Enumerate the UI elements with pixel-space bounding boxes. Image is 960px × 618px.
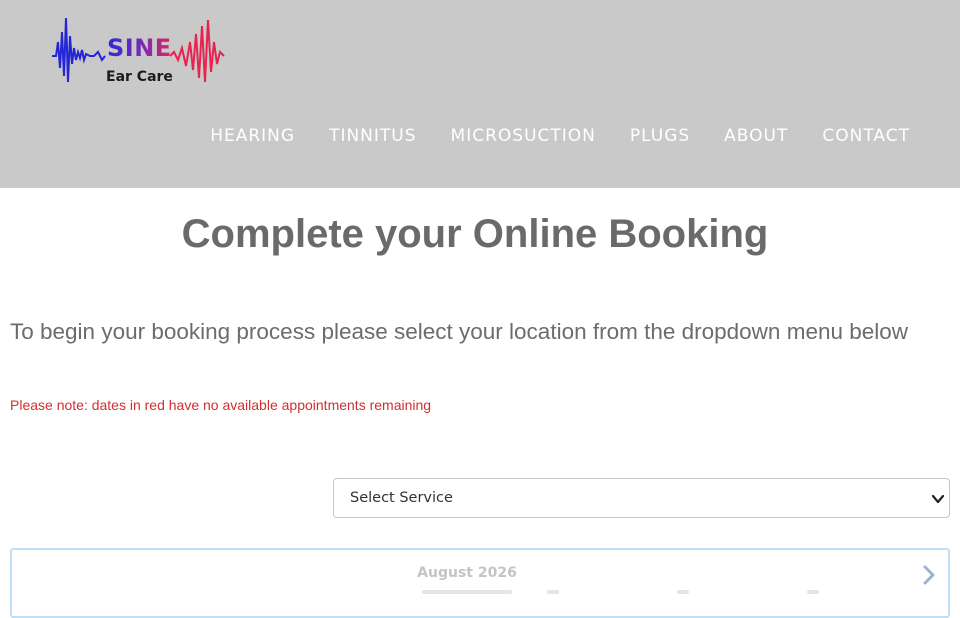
availability-note: Please note: dates in red have no availa… <box>10 397 432 413</box>
site-header: SINE Ear Care HEARING TINNITUS MICROSUCT… <box>0 0 960 188</box>
calendar-faded-mark <box>677 590 689 594</box>
logo-title: SINE <box>107 34 172 62</box>
calendar-month-label: August 2026 <box>417 565 517 581</box>
nav-item-tinnitus[interactable]: TINNITUS <box>329 125 416 147</box>
calendar-faded-mark <box>547 590 559 594</box>
service-select-value: Select Service <box>350 490 453 506</box>
service-select[interactable]: Select Service <box>333 478 950 518</box>
logo-subtitle: Ear Care <box>106 69 173 85</box>
nav-item-contact[interactable]: CONTACT <box>822 125 910 147</box>
nav-item-hearing[interactable]: HEARING <box>210 125 295 147</box>
main-nav: HEARING TINNITUS MICROSUCTION PLUGS ABOU… <box>176 125 910 147</box>
sine-ear-care-logo[interactable]: SINE Ear Care <box>50 12 226 88</box>
booking-calendar: August 2026 <box>10 548 950 618</box>
nav-item-plugs[interactable]: PLUGS <box>630 125 690 147</box>
page-title: Complete your Online Booking <box>181 212 769 256</box>
calendar-day-headers <box>12 590 952 610</box>
calendar-faded-mark <box>807 590 819 594</box>
chevron-right-icon[interactable] <box>920 564 938 586</box>
nav-item-microsuction[interactable]: MICROSUCTION <box>451 125 596 147</box>
nav-item-about[interactable]: ABOUT <box>724 125 788 147</box>
chevron-down-icon <box>931 494 945 504</box>
calendar-faded-row <box>422 590 512 594</box>
booking-intro-text: To begin your booking process please sel… <box>10 319 909 344</box>
